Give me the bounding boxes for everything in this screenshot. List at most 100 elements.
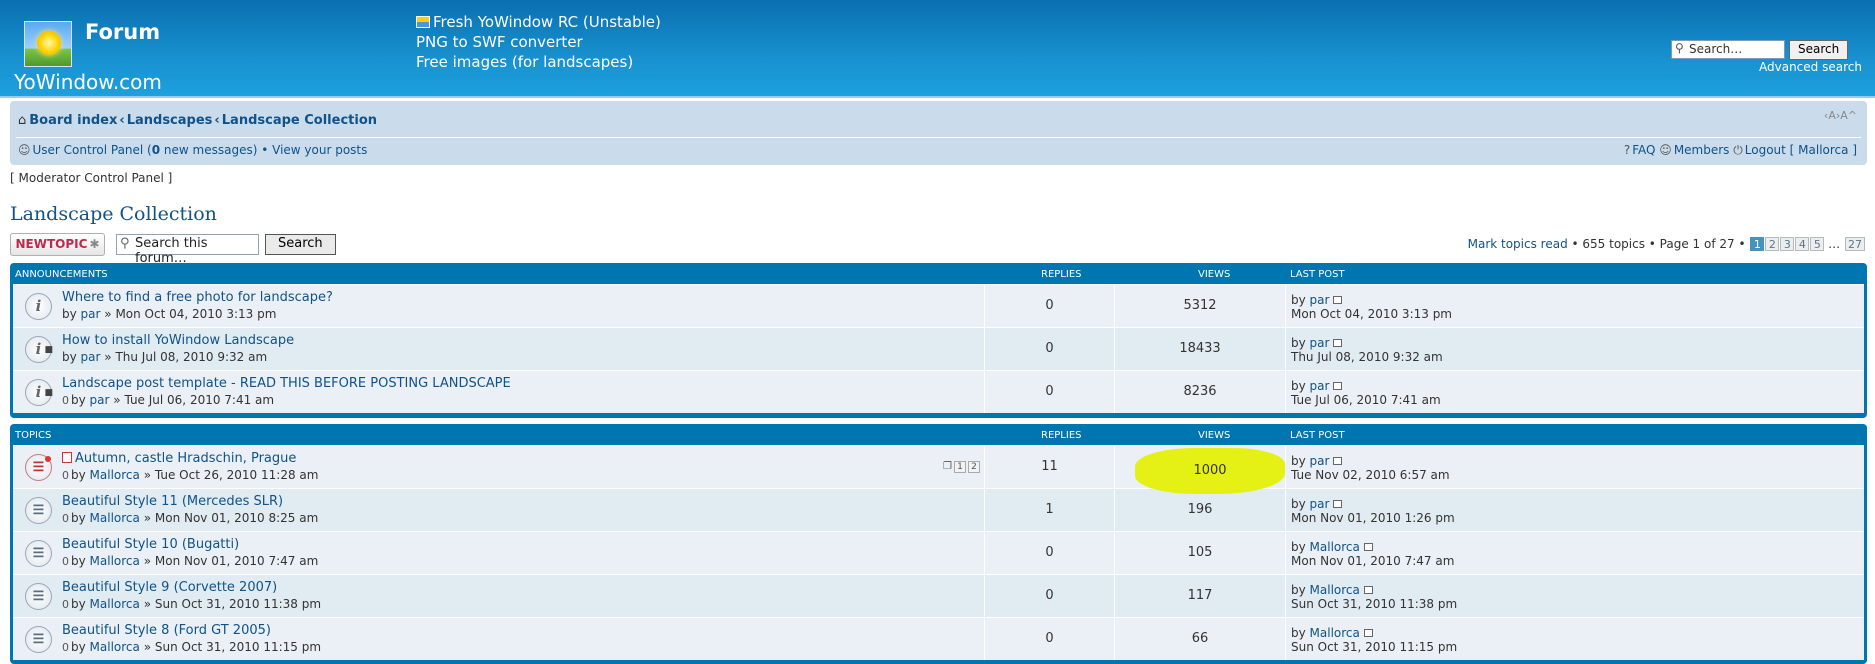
promo-link-yowindow-rc[interactable]: Fresh YoWindow RC (Unstable): [416, 12, 661, 32]
author-link[interactable]: Mallorca: [90, 511, 140, 525]
site-header: Forum YoWindow.com Fresh YoWindow RC (Un…: [0, 0, 1875, 98]
user-icon: ☺: [18, 143, 31, 157]
header-search-input[interactable]: ⚲ Search…: [1671, 40, 1785, 59]
view-latest-post-icon[interactable]: [1333, 500, 1343, 508]
topic-row: ☰ Beautiful Style 11 (Mercedes SLR) 0 by …: [13, 488, 1864, 531]
forum-search-button[interactable]: Search: [265, 234, 336, 255]
view-latest-post-icon[interactable]: [1333, 457, 1343, 465]
topic-title-link[interactable]: Beautiful Style 10 (Bugatti): [62, 537, 239, 552]
faq-icon: ?: [1623, 143, 1631, 157]
view-your-posts-link[interactable]: View your posts: [272, 143, 367, 157]
attachment-icon: 0: [62, 598, 69, 611]
topic-title-link[interactable]: Where to find a free photo for landscape…: [62, 290, 333, 305]
attachment-icon: 0: [62, 469, 69, 482]
breadcrumb-board-index[interactable]: Board index: [29, 113, 117, 128]
topic-title-link[interactable]: Autumn, castle Hradschin, Prague: [62, 451, 296, 466]
last-post-author-link[interactable]: par: [1310, 379, 1330, 393]
views-column-header: VIEWS: [1198, 430, 1231, 441]
topics-header: TOPICS REPLIES VIEWS LAST POST: [13, 424, 1864, 445]
view-latest-post-icon[interactable]: [1363, 629, 1373, 637]
last-post-author-link[interactable]: par: [1310, 336, 1330, 350]
last-post-author-link[interactable]: Mallorca: [1310, 626, 1360, 640]
last-post-column-header: LAST POST: [1290, 269, 1345, 280]
members-icon: ☺: [1659, 143, 1672, 157]
author-link[interactable]: par: [81, 307, 101, 321]
topic-title-link[interactable]: Landscape post template - READ THIS BEFO…: [62, 376, 511, 391]
pages-icon: ❐: [943, 461, 952, 472]
members-link[interactable]: Members: [1674, 143, 1730, 157]
unread-post-icon[interactable]: [62, 452, 72, 463]
announcements-table: ANNOUNCEMENTS REPLIES VIEWS LAST POST i …: [10, 263, 1867, 418]
page-title[interactable]: Landscape Collection: [10, 203, 217, 225]
new-topic-button[interactable]: NEWTOPIC ✱: [10, 233, 105, 256]
views-count: 8236: [1114, 371, 1285, 413]
locked-announcement-icon: i ■: [25, 379, 53, 406]
last-post-author-link[interactable]: par: [1310, 454, 1330, 468]
last-post-author-link[interactable]: par: [1310, 293, 1330, 307]
header-search-button[interactable]: Search: [1789, 40, 1849, 60]
author-link[interactable]: Mallorca: [90, 640, 140, 654]
mark-topics-read-link[interactable]: Mark topics read: [1468, 237, 1568, 251]
nav-divider: [16, 137, 1861, 138]
page-2[interactable]: 2: [1765, 237, 1780, 251]
last-post-author-link[interactable]: par: [1310, 497, 1330, 511]
page-1[interactable]: 1: [1750, 237, 1765, 251]
promo-link-free-images[interactable]: Free images (for landscapes): [416, 52, 661, 72]
topic-title-link[interactable]: Beautiful Style 9 (Corvette 2007): [62, 580, 277, 595]
view-latest-post-icon[interactable]: [1333, 382, 1343, 390]
topic-page-2[interactable]: 2: [968, 461, 980, 473]
author-link[interactable]: Mallorca: [90, 597, 140, 611]
topic-page-1[interactable]: 1: [954, 461, 966, 473]
yowindow-logo-icon[interactable]: [24, 21, 72, 67]
author-link[interactable]: par: [81, 350, 101, 364]
breadcrumb-landscape-collection[interactable]: Landscape Collection: [222, 113, 377, 128]
replies-count: 0: [984, 618, 1114, 660]
author-link[interactable]: Mallorca: [90, 554, 140, 568]
view-latest-post-icon[interactable]: [1333, 296, 1343, 304]
view-latest-post-icon[interactable]: [1333, 339, 1343, 347]
topic-title-link[interactable]: Beautiful Style 11 (Mercedes SLR): [62, 494, 283, 509]
navbar: ⌂ Board index ‹ Landscapes ‹ Landscape Collec…: [10, 101, 1867, 165]
breadcrumb-landscapes[interactable]: Landscapes: [127, 113, 213, 128]
user-control-panel-link[interactable]: User Control Panel (0 new messages): [33, 143, 258, 157]
topic-row: ☰ Beautiful Style 8 (Ford GT 2005) 0 by M…: [13, 617, 1864, 660]
author-link[interactable]: par: [90, 393, 110, 407]
replies-count: 0: [984, 575, 1114, 617]
last-post-author-link[interactable]: Mallorca: [1310, 583, 1360, 597]
topic-title-link[interactable]: Beautiful Style 8 (Ford GT 2005): [62, 623, 271, 638]
view-latest-post-icon[interactable]: [1363, 586, 1373, 594]
author-link[interactable]: Mallorca: [90, 468, 140, 482]
forum-search-input[interactable]: ⚲ Search this forum…: [116, 234, 259, 266]
topic-meta: 0 by Mallorca » Mon Nov 01, 2010 8:25 am: [62, 511, 319, 525]
replies-count: 1: [984, 489, 1114, 531]
site-name-link[interactable]: YoWindow.com: [14, 70, 162, 94]
last-post-column-header: LAST POST: [1290, 430, 1345, 441]
topic-title-link[interactable]: How to install YoWindow Landscape: [62, 333, 294, 348]
page-5[interactable]: 5: [1810, 237, 1825, 251]
topics-table: TOPICS REPLIES VIEWS LAST POST ☰ Autumn,…: [10, 424, 1867, 664]
last-post: by par Thu Jul 08, 2010 9:32 am: [1285, 328, 1864, 370]
view-latest-post-icon[interactable]: [1363, 543, 1373, 551]
last-post: by par Tue Nov 02, 2010 6:57 am: [1285, 446, 1864, 488]
logout-link[interactable]: Logout [ Mallorca ]: [1745, 143, 1857, 157]
last-post: by par Tue Jul 06, 2010 7:41 am: [1285, 371, 1864, 413]
page-4[interactable]: 4: [1795, 237, 1810, 251]
replies-count: 0: [984, 371, 1114, 413]
page-3[interactable]: 3: [1780, 237, 1795, 251]
promo-link-png-to-swf[interactable]: PNG to SWF converter: [416, 32, 661, 52]
attachment-icon: 0: [62, 555, 69, 568]
topic-pagination: ❐ 1 2: [943, 461, 980, 473]
search-icon: ⚲: [120, 236, 130, 251]
topic-meta: 0 by Mallorca » Mon Nov 01, 2010 7:47 am: [62, 554, 319, 568]
page-last[interactable]: 27: [1845, 237, 1865, 251]
faq-link[interactable]: FAQ: [1632, 143, 1655, 157]
forum-label: Forum: [85, 20, 161, 44]
last-post-author-link[interactable]: Mallorca: [1310, 540, 1360, 554]
advanced-search-link[interactable]: Advanced search: [1759, 60, 1862, 74]
replies-column-header: REPLIES: [1041, 430, 1082, 441]
moderator-control-panel-link[interactable]: Moderator Control Panel: [19, 171, 164, 185]
font-size-toggle[interactable]: ‹A›A^: [1824, 109, 1857, 122]
announcements-header: ANNOUNCEMENTS REPLIES VIEWS LAST POST: [13, 263, 1864, 284]
last-post: by Mallorca Mon Nov 01, 2010 7:47 am: [1285, 532, 1864, 574]
search-icon: ⚲: [1675, 41, 1684, 55]
